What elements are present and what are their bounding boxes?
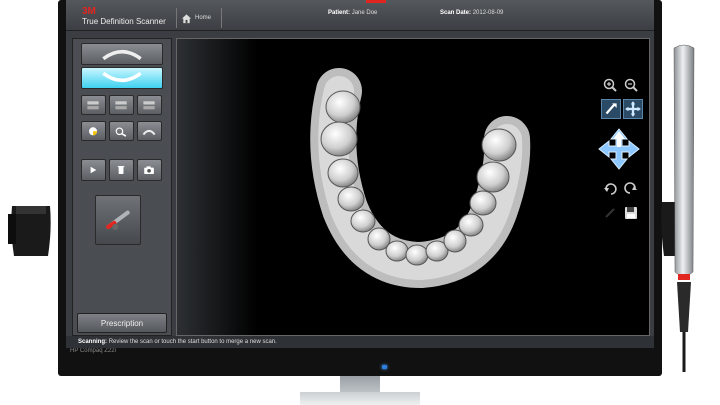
- arch-view-icon: [143, 129, 156, 135]
- lower-arch-scan-model: [310, 68, 531, 289]
- status-message: Review the scan or touch the start butto…: [108, 339, 277, 345]
- bite-left-icon: [87, 100, 100, 110]
- app-title: True Definition Scanner: [82, 17, 166, 26]
- tools-icon: [116, 127, 127, 137]
- save-icon: [625, 207, 637, 219]
- zoom-in-icon: [603, 78, 617, 92]
- play-button[interactable]: [81, 159, 106, 181]
- upper-arch-icon: [102, 49, 142, 61]
- rotate-icon: [604, 183, 617, 195]
- scanner-wand: [673, 44, 695, 372]
- patient-info: Patient: Jane Doe: [328, 10, 377, 16]
- save-button[interactable]: [623, 205, 639, 221]
- disabled-tool-button: [602, 205, 618, 221]
- reset-view-icon: [624, 182, 637, 194]
- left-tool-panel: Prescription: [72, 38, 172, 336]
- home-label: Home: [195, 15, 212, 21]
- header-accent: [366, 0, 386, 3]
- wand-preview-icon: [105, 210, 130, 231]
- scan-date-label: Scan Date:: [440, 10, 472, 16]
- bite-center-icon: [115, 100, 128, 110]
- bite-right-button[interactable]: [137, 95, 162, 115]
- scan-date-value: 2012-08-09: [472, 10, 504, 16]
- zoom-out-button[interactable]: [623, 77, 639, 93]
- monitor-model-label: HP Compaq Z22i: [70, 348, 116, 354]
- tooth-select-button[interactable]: [81, 121, 106, 141]
- scanner-cradle-left: [8, 206, 51, 256]
- play-icon: [91, 166, 97, 174]
- brand-logo: 3M: [82, 6, 96, 17]
- home-icon: [181, 13, 192, 23]
- camera-icon: [144, 166, 155, 175]
- reset-view-button[interactable]: [623, 181, 639, 197]
- patient-label: Patient:: [328, 10, 351, 16]
- tools-button[interactable]: [109, 121, 134, 141]
- tooth-select-icon: [89, 126, 98, 136]
- arch-view-button[interactable]: [137, 121, 162, 141]
- status-bar: Scanning: Review the scan or touch the s…: [66, 336, 654, 348]
- bite-right-icon: [143, 100, 156, 110]
- bite-left-button[interactable]: [81, 95, 106, 115]
- zoom-out-icon: [624, 78, 638, 92]
- zoom-in-button[interactable]: [602, 77, 618, 93]
- prescription-button[interactable]: Prescription: [77, 313, 167, 333]
- fit-view-icon: [625, 101, 641, 117]
- bite-center-button[interactable]: [109, 95, 134, 115]
- fit-view-button[interactable]: [623, 99, 643, 119]
- status-label: Scanning:: [78, 339, 108, 345]
- lower-arch-icon: [102, 71, 142, 83]
- rotate-button[interactable]: [602, 181, 618, 197]
- rotate-move-control[interactable]: [595, 125, 643, 173]
- scanner-app-screen: 3M True Definition Scanner Home Patient:…: [66, 0, 654, 348]
- disabled-tool-icon: [605, 208, 615, 218]
- delete-button[interactable]: [109, 159, 134, 181]
- pan-tool-icon: [605, 103, 617, 115]
- patient-name: Jane Doe: [351, 10, 378, 16]
- camera-button[interactable]: [137, 159, 162, 181]
- scan-viewport[interactable]: [176, 38, 650, 336]
- upper-arch-button[interactable]: [81, 43, 163, 65]
- wand-preview-button[interactable]: [95, 195, 141, 245]
- home-button[interactable]: Home: [176, 8, 222, 28]
- rotate-move-icon: [598, 128, 640, 170]
- scan-date-info: Scan Date: 2012-08-09: [440, 10, 503, 16]
- pan-tool-button[interactable]: [601, 99, 621, 119]
- power-indicator: [382, 365, 387, 369]
- delete-icon: [118, 165, 125, 175]
- monitor-stand-base: [300, 392, 420, 405]
- app-header: 3M True Definition Scanner Home Patient:…: [66, 0, 654, 31]
- lower-arch-button[interactable]: [81, 67, 163, 89]
